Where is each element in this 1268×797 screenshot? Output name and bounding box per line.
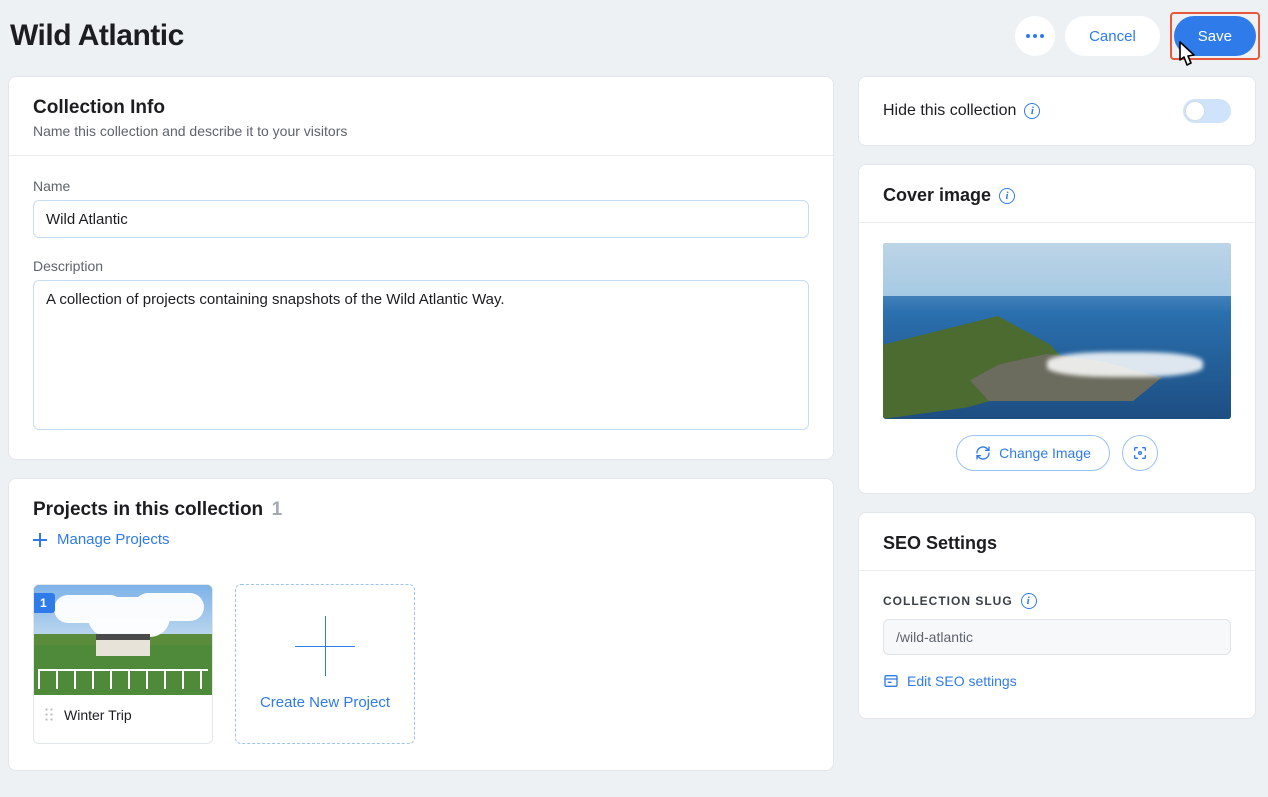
project-order-badge: 1 bbox=[33, 593, 55, 613]
change-image-button[interactable]: Change Image bbox=[956, 435, 1110, 471]
hide-collection-label: Hide this collection bbox=[883, 102, 1016, 120]
collection-info-subtitle: Name this collection and describe it to … bbox=[33, 123, 809, 139]
focal-point-icon bbox=[1132, 445, 1148, 461]
name-input[interactable] bbox=[33, 200, 809, 238]
create-new-project-label: Create New Project bbox=[260, 694, 390, 711]
project-card[interactable]: 1 Winter Trip bbox=[33, 584, 213, 744]
hide-collection-toggle[interactable] bbox=[1183, 99, 1231, 123]
drag-handle-icon[interactable] bbox=[44, 707, 54, 723]
cover-image-title: Cover image bbox=[883, 185, 991, 206]
settings-panel-icon bbox=[883, 673, 899, 689]
cancel-button[interactable]: Cancel bbox=[1065, 16, 1160, 56]
create-new-project-button[interactable]: Create New Project bbox=[235, 584, 415, 744]
hide-collection-card: Hide this collection i bbox=[858, 76, 1256, 146]
info-icon[interactable]: i bbox=[1021, 593, 1037, 609]
collection-slug-label: COLLECTION SLUG bbox=[883, 594, 1013, 608]
save-highlight: Save bbox=[1170, 12, 1260, 60]
save-button[interactable]: Save bbox=[1174, 16, 1256, 56]
manage-projects-link[interactable]: Manage Projects bbox=[33, 531, 170, 548]
plus-icon bbox=[33, 533, 47, 547]
edit-seo-settings-link[interactable]: Edit SEO settings bbox=[883, 673, 1017, 689]
seo-settings-title: SEO Settings bbox=[883, 533, 997, 554]
manage-projects-label: Manage Projects bbox=[57, 531, 170, 548]
name-label: Name bbox=[33, 178, 809, 194]
change-image-label: Change Image bbox=[999, 445, 1091, 461]
collection-slug-input[interactable] bbox=[883, 619, 1231, 655]
description-textarea[interactable] bbox=[33, 280, 809, 430]
focal-point-button[interactable] bbox=[1122, 435, 1158, 471]
refresh-icon bbox=[975, 445, 991, 461]
project-name: Winter Trip bbox=[64, 707, 132, 723]
info-icon[interactable]: i bbox=[1024, 103, 1040, 119]
description-label: Description bbox=[33, 258, 809, 274]
cover-image-card: Cover image i Change Image bbox=[858, 164, 1256, 494]
seo-settings-card: SEO Settings COLLECTION SLUG i Edit SEO … bbox=[858, 512, 1256, 719]
info-icon[interactable]: i bbox=[999, 188, 1015, 204]
plus-large-icon bbox=[295, 616, 355, 676]
edit-seo-settings-label: Edit SEO settings bbox=[907, 673, 1017, 689]
project-thumbnail bbox=[34, 585, 212, 695]
projects-card: Projects in this collection 1 Manage Pro… bbox=[8, 478, 834, 771]
ellipsis-icon bbox=[1026, 34, 1044, 38]
page-title: Wild Atlantic bbox=[10, 19, 184, 53]
collection-info-title: Collection Info bbox=[33, 97, 809, 119]
more-actions-button[interactable] bbox=[1015, 16, 1055, 56]
cover-image-preview bbox=[883, 243, 1231, 419]
projects-title: Projects in this collection bbox=[33, 499, 263, 520]
collection-info-card: Collection Info Name this collection and… bbox=[8, 76, 834, 460]
projects-count: 1 bbox=[272, 499, 283, 520]
